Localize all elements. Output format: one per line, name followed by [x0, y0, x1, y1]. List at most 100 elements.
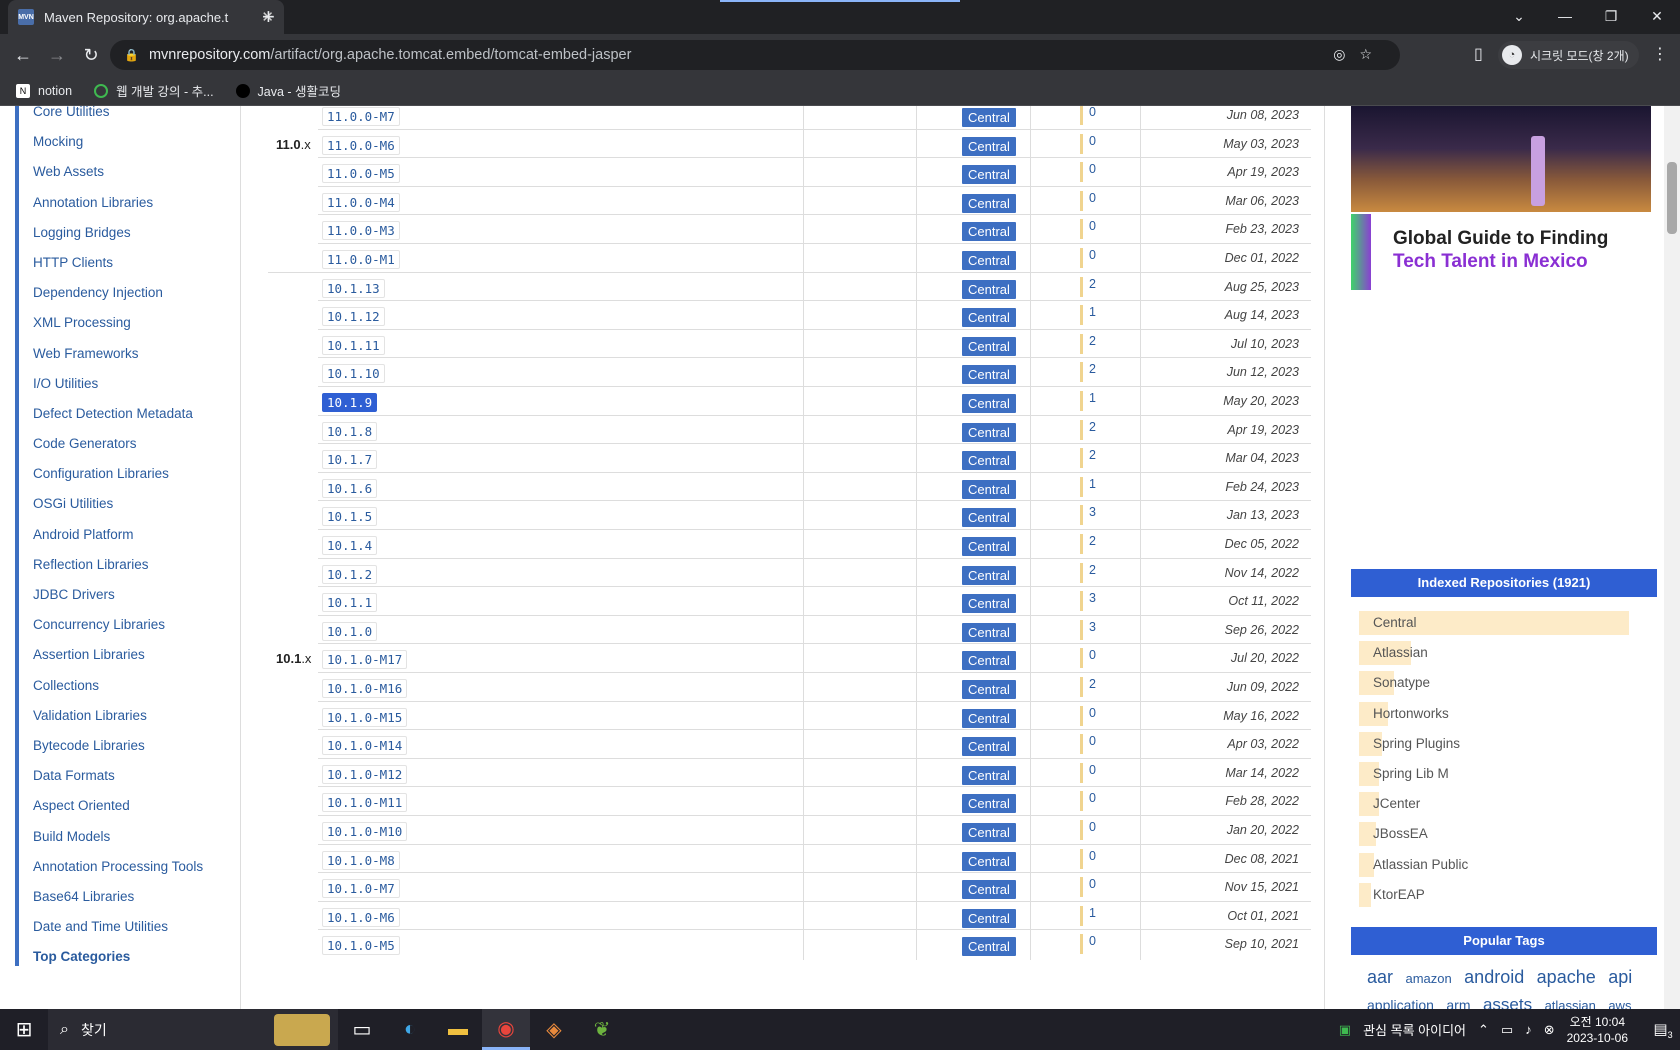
tag-link[interactable]: android	[1464, 967, 1524, 987]
version-link[interactable]: 11.0.0-M7	[322, 107, 400, 126]
usages-link[interactable]: 1	[1080, 476, 1096, 497]
usages-link[interactable]: 0	[1080, 648, 1096, 669]
incognito-profile-button[interactable]: ◔ 시크릿 모드(창 2개)	[1498, 41, 1639, 69]
tag-link[interactable]: api	[1608, 967, 1632, 987]
repository-badge[interactable]: Central	[962, 765, 1016, 785]
address-bar[interactable]: 🔒 mvnrepository.com/artifact/org.apache.…	[110, 40, 1400, 70]
sidebar-category-item[interactable]: Annotation Processing Tools	[33, 852, 203, 882]
repository-badge[interactable]: Central	[962, 708, 1016, 728]
sidebar-category-item[interactable]: Build Models	[33, 822, 203, 852]
version-link[interactable]: 10.1.1	[322, 593, 378, 613]
sidebar-category-item[interactable]: HTTP Clients	[33, 248, 203, 278]
usages-link[interactable]: 3	[1080, 591, 1096, 612]
tag-link[interactable]: aar	[1367, 967, 1393, 987]
version-link[interactable]: 10.1.0-M8	[322, 850, 400, 870]
version-link[interactable]: 11.0.0-M3	[322, 221, 400, 241]
usages-link[interactable]: 3	[1080, 505, 1096, 526]
sidebar-category-item[interactable]: XML Processing	[33, 308, 203, 338]
sidebar-category-item[interactable]: Configuration Libraries	[33, 459, 203, 489]
version-link[interactable]: 10.1.0-M15	[322, 707, 408, 727]
repository-badge[interactable]: Central	[962, 422, 1016, 442]
tag-link[interactable]: amazon	[1405, 971, 1451, 986]
bookmark-web-course[interactable]: 웹 개발 강의 - 추...	[94, 81, 214, 100]
new-tab-button[interactable]: +	[262, 4, 275, 30]
sidebar-category-item[interactable]: Aspect Oriented	[33, 791, 203, 821]
usages-link[interactable]: 1	[1080, 391, 1096, 411]
version-link[interactable]: 10.1.13	[322, 278, 385, 298]
indexed-repository-item[interactable]: Atlassian	[1359, 638, 1649, 668]
repository-badge[interactable]: Central	[962, 794, 1016, 814]
tray-expand-icon[interactable]: ⌃	[1478, 1022, 1489, 1038]
indexed-repository-item[interactable]: Sonatype	[1359, 668, 1649, 698]
version-link[interactable]: 11.0.0-M6	[322, 135, 400, 155]
sidebar-category-item[interactable]: Base64 Libraries	[33, 882, 203, 912]
version-link[interactable]: 10.1.8	[322, 421, 378, 441]
sidebar-category-item[interactable]: Validation Libraries	[33, 701, 203, 731]
repository-badge[interactable]: Central	[962, 651, 1016, 671]
usages-link[interactable]: 0	[1080, 762, 1096, 783]
sidebar-category-item[interactable]: Dependency Injection	[33, 278, 203, 308]
minimize-icon[interactable]: —	[1542, 0, 1588, 34]
sidebar-category-item[interactable]: Logging Bridges	[33, 218, 203, 248]
browser-tab[interactable]: MVN Maven Repository: org.apache.t ✕	[8, 0, 284, 34]
usages-link[interactable]: 0	[1080, 705, 1096, 726]
tag-link[interactable]: assets	[1483, 995, 1532, 1009]
menu-icon[interactable]: ⋮	[1652, 44, 1668, 64]
version-link[interactable]: 10.1.0-M11	[322, 793, 408, 813]
repository-badge[interactable]: Central	[962, 823, 1016, 842]
sidebar-category-item[interactable]: Concurrency Libraries	[33, 610, 203, 640]
usages-link[interactable]: 2	[1080, 419, 1096, 440]
repository-badge[interactable]: Central	[962, 565, 1016, 585]
indexed-repository-item[interactable]: Hortonworks	[1359, 699, 1649, 729]
repository-badge[interactable]: Central	[962, 193, 1016, 213]
tag-link[interactable]: arm	[1446, 997, 1470, 1009]
usages-link[interactable]: 1	[1080, 305, 1096, 326]
reload-icon[interactable]: ↻	[74, 45, 108, 66]
usages-link[interactable]: 0	[1080, 190, 1096, 211]
repository-badge[interactable]: Central	[962, 937, 1016, 957]
repository-badge[interactable]: Central	[962, 136, 1016, 156]
forward-icon[interactable]: →	[40, 45, 74, 66]
repository-badge[interactable]: Central	[962, 222, 1016, 242]
sidebar-category-item[interactable]: Core Utilities	[33, 106, 203, 127]
task-view-icon[interactable]: ▭	[338, 1009, 386, 1050]
tracking-icon[interactable]: ◎	[1333, 46, 1359, 62]
version-link[interactable]: 10.1.0-M10	[322, 822, 408, 841]
usages-link[interactable]: 2	[1080, 534, 1096, 554]
version-link[interactable]: 10.1.4	[322, 536, 378, 555]
sidebar-category-item[interactable]: Mocking	[33, 127, 203, 157]
repository-badge[interactable]: Central	[962, 165, 1016, 185]
file-explorer-icon[interactable]: ▬	[434, 1009, 482, 1050]
tag-link[interactable]: atlassian	[1545, 998, 1596, 1009]
usages-link[interactable]: 0	[1080, 248, 1096, 268]
indexed-repository-item[interactable]: JBossEA	[1359, 819, 1649, 849]
repository-badge[interactable]: Central	[962, 279, 1016, 299]
repository-badge[interactable]: Central	[962, 451, 1016, 471]
side-panel-icon[interactable]: ▯	[1474, 44, 1483, 64]
repository-badge[interactable]: Central	[962, 308, 1016, 328]
sidebar-category-item[interactable]: Bytecode Libraries	[33, 731, 203, 761]
sidebar-category-item[interactable]: Date and Time Utilities	[33, 912, 203, 942]
back-icon[interactable]: ←	[6, 45, 40, 66]
bookmark-java[interactable]: Java - 생활코딩	[235, 81, 341, 100]
indexed-repository-item[interactable]: KtorEAP	[1359, 880, 1649, 910]
version-link[interactable]: 10.1.9	[322, 393, 378, 412]
usages-link[interactable]: 2	[1080, 562, 1096, 583]
indexed-repository-item[interactable]: Central	[1359, 608, 1649, 638]
usages-link[interactable]: 1	[1080, 905, 1096, 926]
sidebar-category-item[interactable]: I/O Utilities	[33, 369, 203, 399]
version-link[interactable]: 10.1.0-M16	[322, 679, 408, 698]
indexed-repository-item[interactable]: Spring Lib M	[1359, 759, 1649, 789]
sidebar-category-item[interactable]: Web Frameworks	[33, 339, 203, 369]
sidebar-category-item[interactable]: Assertion Libraries	[33, 640, 203, 670]
sidebar-category-item[interactable]: Annotation Libraries	[33, 188, 203, 218]
indexed-repository-item[interactable]: Atlassian Public	[1359, 850, 1649, 880]
version-link[interactable]: 11.0.0-M4	[322, 192, 400, 212]
lock-icon[interactable]: 🔒	[124, 48, 139, 62]
repository-badge[interactable]: Central	[962, 537, 1016, 556]
usages-link[interactable]: 0	[1080, 162, 1096, 183]
version-link[interactable]: 10.1.0-M5	[322, 936, 400, 956]
version-link[interactable]: 10.1.12	[322, 307, 385, 327]
page-scrollbar[interactable]	[1664, 106, 1680, 1009]
usages-link[interactable]: 0	[1080, 734, 1096, 755]
